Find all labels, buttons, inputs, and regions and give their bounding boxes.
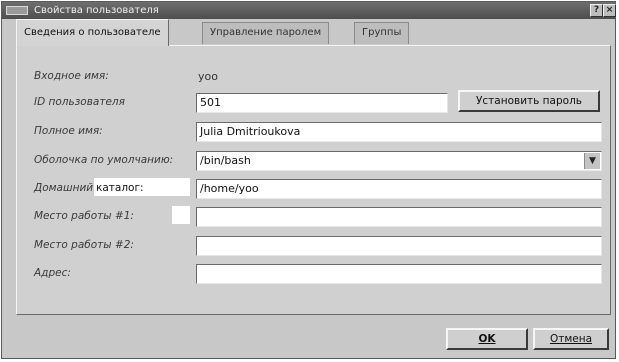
user-info-panel: Входное имя: yoo ID пользователя 501 Уст… [16, 45, 611, 315]
work1-label: Место работы #1: [34, 210, 134, 222]
shell-label: Оболочка по умолчанию: [34, 154, 174, 166]
uid-field[interactable]: 501 [196, 93, 448, 113]
tab-groups[interactable]: Группы [354, 22, 410, 44]
home-label-part2: каталог: [96, 182, 144, 194]
window-title: Свойства пользователя [34, 5, 159, 16]
close-button[interactable]: × [603, 4, 616, 17]
title-bar: Свойства пользователя ? × [2, 2, 616, 19]
label-highlight-small [172, 206, 190, 224]
fullname-label: Полное имя: [34, 125, 103, 137]
home-label: Домашний [34, 182, 93, 194]
address-label: Адрес: [34, 267, 71, 279]
help-button[interactable]: ? [590, 4, 603, 17]
chevron-down-icon[interactable]: ▼ [584, 153, 600, 169]
home-label-part1: Домашний [34, 182, 94, 194]
set-password-button[interactable]: Установить пароль [458, 90, 600, 112]
work1-field[interactable] [196, 207, 602, 227]
cancel-button[interactable]: Отмена [533, 328, 609, 350]
tab-password[interactable]: Управление паролем [202, 22, 330, 44]
work2-field[interactable] [196, 236, 602, 256]
login-label: Входное имя: [34, 70, 109, 82]
shell-select-value: /bin/bash [200, 154, 251, 167]
login-value: yoo [198, 70, 218, 83]
shell-select[interactable]: /bin/bash ▼ [196, 151, 602, 171]
tab-user-info[interactable]: Сведения о пользователе [16, 19, 169, 46]
ok-button[interactable]: OK [446, 328, 528, 350]
user-properties-dialog: Свойства пользователя ? × Сведения о пол… [1, 1, 616, 359]
uid-label: ID пользователя [34, 96, 125, 108]
work2-label: Место работы #2: [34, 239, 134, 251]
fullname-field[interactable]: Julia Dmitrioukova [196, 122, 602, 142]
app-icon [6, 6, 28, 15]
home-field[interactable]: /home/yoo [196, 179, 602, 199]
address-field[interactable] [196, 264, 602, 284]
